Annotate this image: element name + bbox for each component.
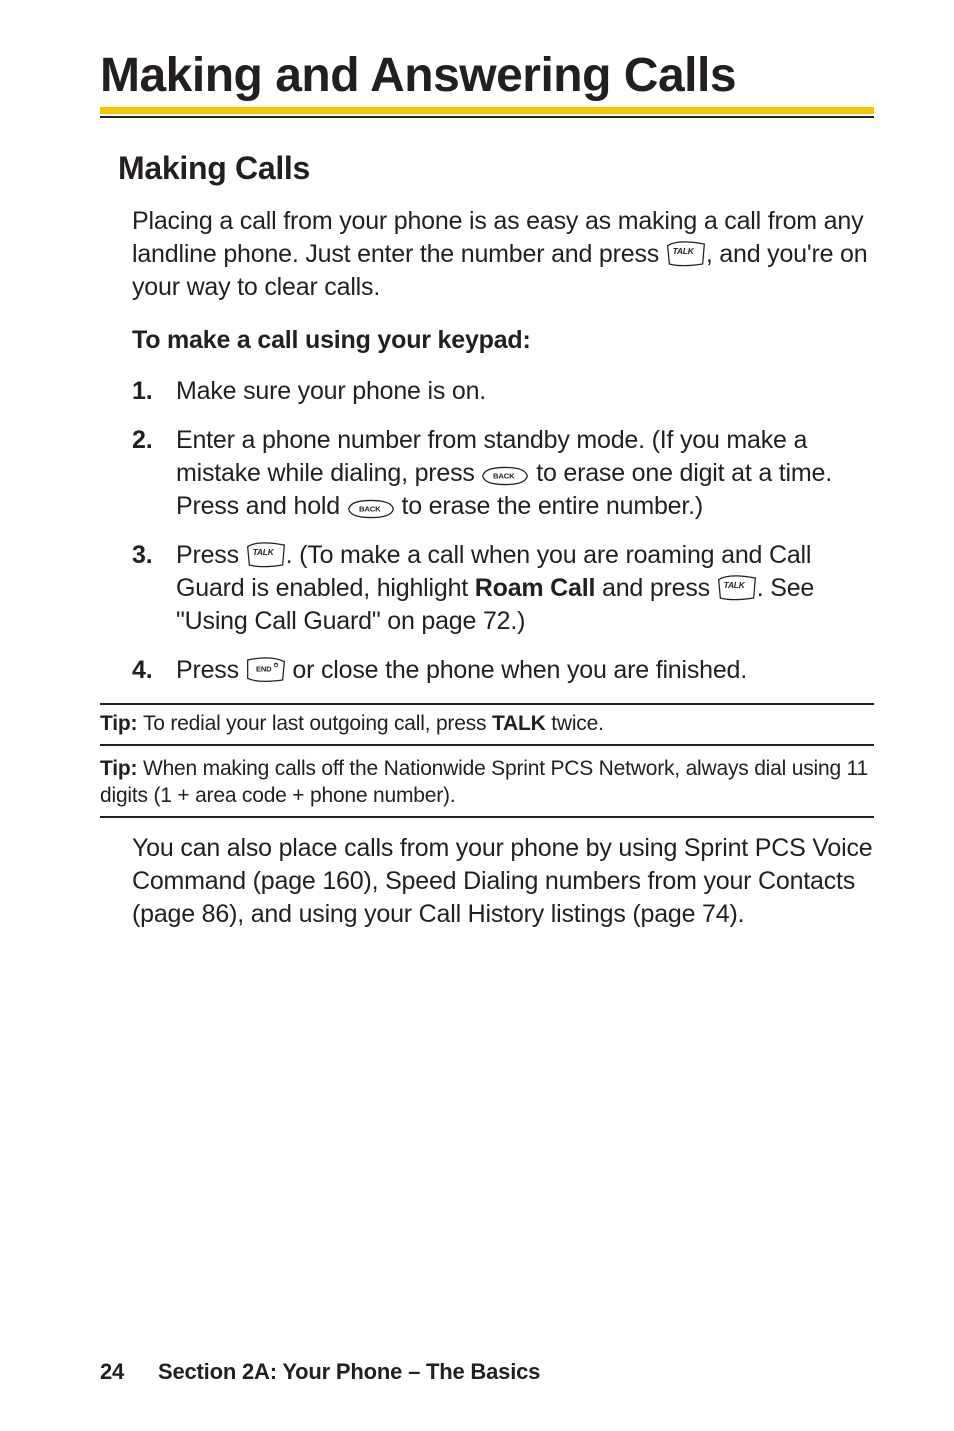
step-text: Press . (To make a call when you are roa… [176,539,874,638]
section-label: Section 2A: Your Phone – The Basics [158,1359,540,1384]
tip-text: To redial your last outgoing call, press [143,712,492,735]
roam-call-label: Roam Call [475,574,595,602]
step-text: Enter a phone number from standby mode. … [176,424,874,523]
step-number: 4. [132,654,176,687]
step-text: Press or close the phone when you are fi… [176,654,874,687]
step-2: 2. Enter a phone number from standby mod… [132,424,874,523]
page: Making and Answering Calls Making Calls … [0,0,954,1431]
talk-key-icon [717,574,757,602]
tip-label: Tip: [100,757,143,780]
page-footer: 24 Section 2A: Your Phone – The Basics [100,1359,540,1385]
section-heading: Making Calls [118,150,874,187]
page-number: 24 [100,1359,124,1384]
back-key-icon [481,465,529,487]
tip-1: Tip: To redial your last outgoing call, … [100,703,874,746]
step-number: 2. [132,424,176,523]
step-3: 3. Press . (To make a call when you are … [132,539,874,638]
procedure-heading: To make a call using your keypad: [132,326,874,355]
talk-key-icon [246,541,286,569]
tip-text: twice. [546,712,604,735]
page-title: Making and Answering Calls [100,48,874,103]
tip-label: Tip: [100,712,143,735]
talk-label: TALK [492,712,546,735]
back-key-icon [347,498,395,520]
step-1: 1. Make sure your phone is on. [132,375,874,408]
talk-key-icon [666,240,706,268]
title-rule-thin [100,116,874,118]
end-key-icon [246,656,286,684]
tip-2: Tip: When making calls off the Nationwid… [100,750,874,818]
closing-paragraph: You can also place calls from your phone… [132,832,874,931]
intro-paragraph: Placing a call from your phone is as eas… [132,205,874,304]
step-4: 4. Press or close the phone when you are… [132,654,874,687]
tip-text: When making calls off the Nationwide Spr… [100,757,868,807]
steps-list: 1. Make sure your phone is on. 2. Enter … [132,375,874,687]
title-rule-yellow [100,107,874,114]
step-number: 1. [132,375,176,408]
step-text: Make sure your phone is on. [176,375,874,408]
step-number: 3. [132,539,176,638]
